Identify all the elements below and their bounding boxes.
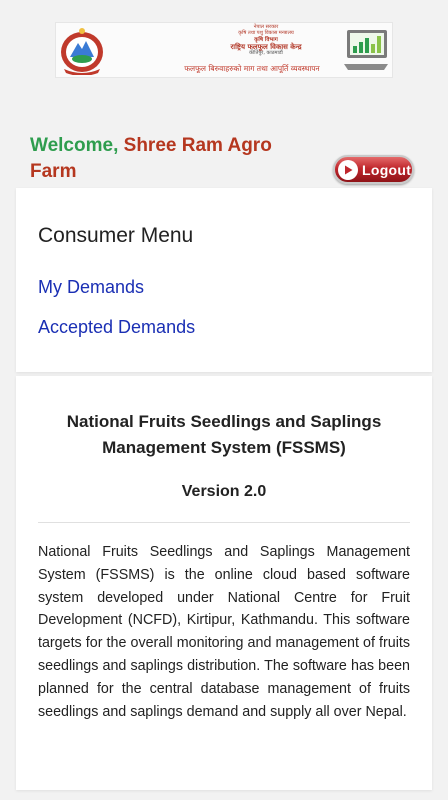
department-text: नेपाल सरकार कृषि तथा पशु विकास मन्त्रालय… [176,24,356,57]
about-card: National Fruits Seedlings and Saplings M… [16,376,432,790]
menu-title: Consumer Menu [38,224,194,247]
divider [38,522,410,523]
consumer-menu-card: Consumer Menu My Demands Accepted Demand… [16,188,432,372]
nepal-emblem-icon [61,28,103,75]
logout-label: Logout [362,161,412,178]
system-description: National Fruits Seedlings and Saplings M… [38,544,410,720]
logout-button[interactable]: Logout [333,155,414,184]
banner-slogan: फलफूल बिरुवाहरुको माग तथा आपूर्ति व्यवस्… [184,64,320,73]
my-demands-link[interactable]: My Demands [38,277,144,298]
welcome-message: Welcome, Shree Ram Agro Farm [30,133,300,185]
header-banner: नेपाल सरकार कृषि तथा पशु विकास मन्त्रालय… [55,22,393,78]
computer-chart-icon [344,30,388,70]
location-line: कीर्तिपुर, काठमाडौं [249,49,283,56]
accepted-demands-link[interactable]: Accepted Demands [38,317,195,338]
version-label: Version 2.0 [181,483,267,500]
system-title: National Fruits Seedlings and Saplings M… [66,412,382,457]
welcome-prefix: Welcome, [30,135,119,156]
play-icon [338,159,358,180]
